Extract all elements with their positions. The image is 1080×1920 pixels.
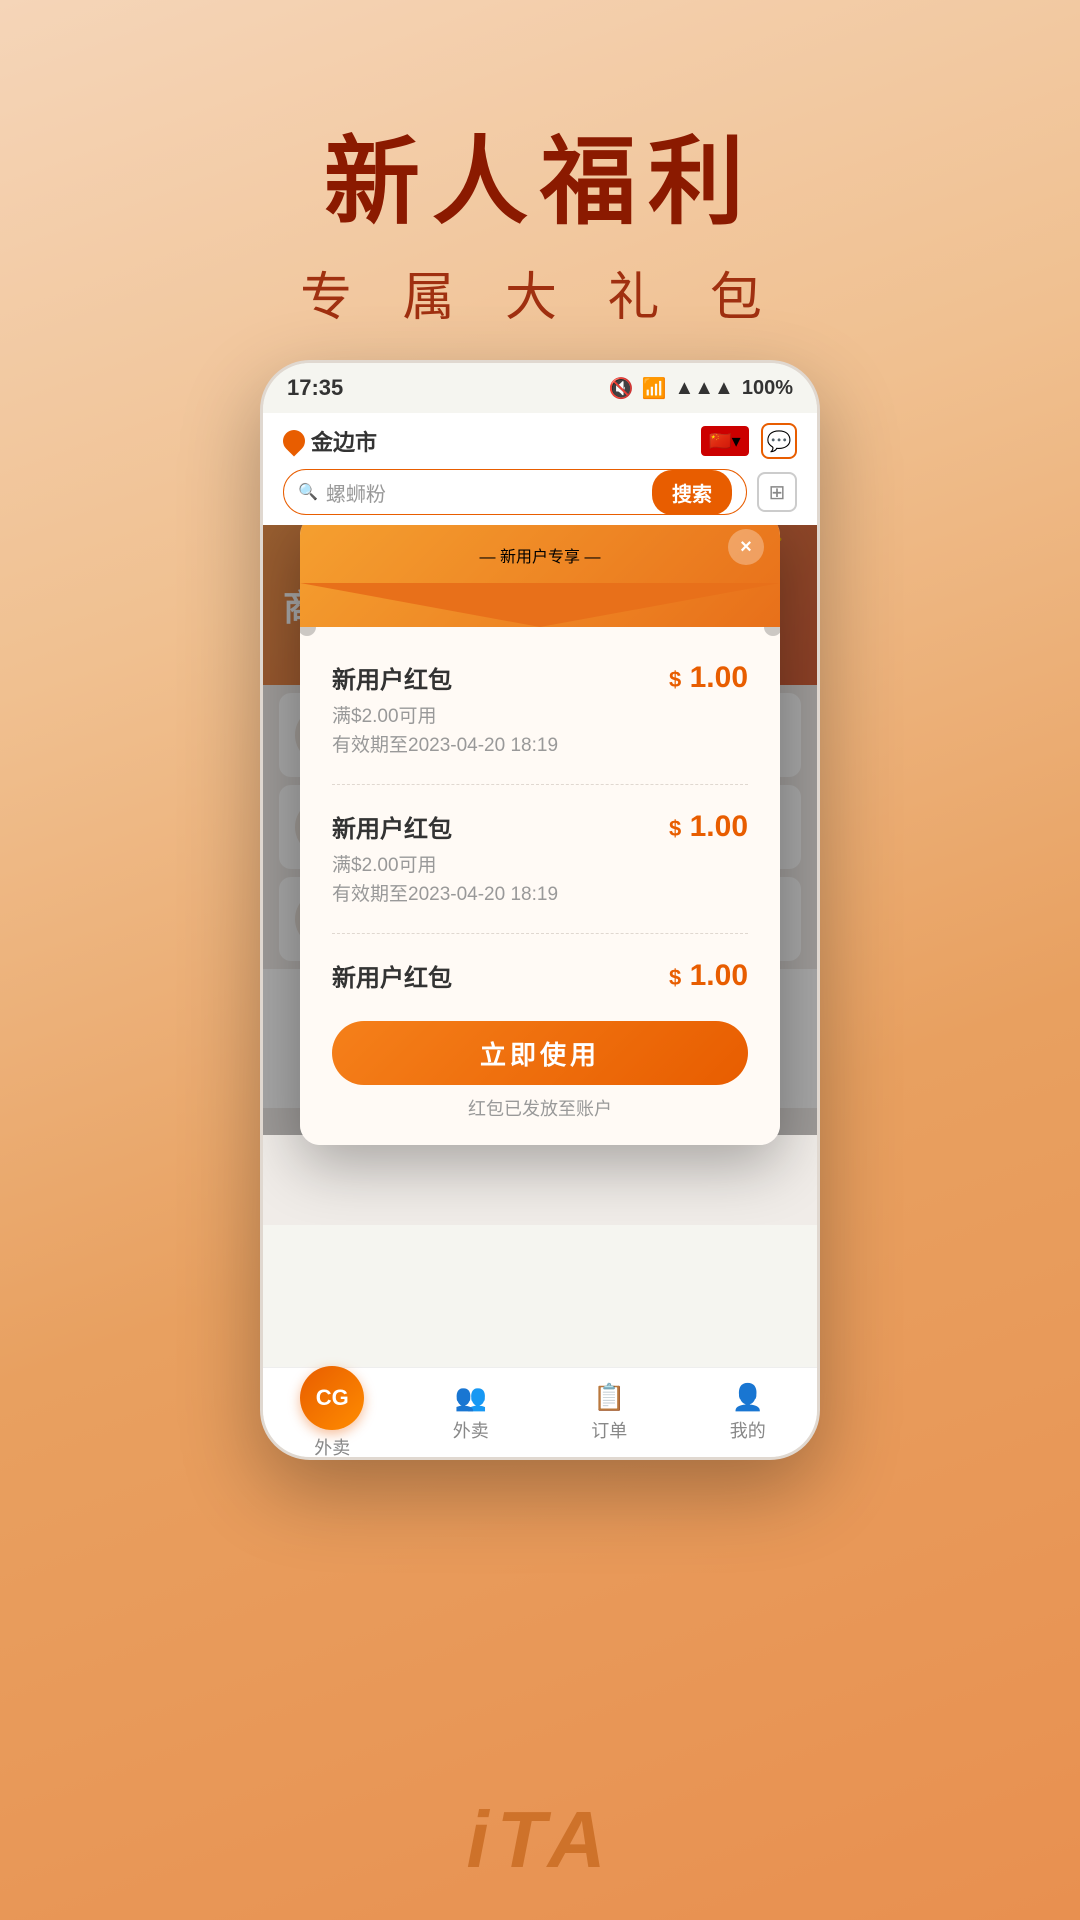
hero-section: 新人福利 专 属 大 礼 包 xyxy=(0,0,1080,400)
order-icon: 📋 xyxy=(593,1382,625,1413)
search-row: 🔍 螺蛳粉 搜索 ⊞ xyxy=(283,469,797,515)
coupon-item-3-row: 新用户红包 $ 1.00 xyxy=(332,958,748,993)
nav-group-label: 外卖 xyxy=(453,1417,489,1443)
coupon-2-expiry: 有效期至2023-04-20 18:19 xyxy=(332,881,748,910)
search-placeholder: 螺蛳粉 xyxy=(326,478,386,507)
coupon-1-condition: 满$2.00可用 xyxy=(332,703,748,732)
coupon-3-name: 新用户红包 xyxy=(332,958,452,993)
coupon-item-1-row: 新用户红包 $ 1.00 xyxy=(332,660,748,695)
coupon-item-3: 新用户红包 $ 1.00 xyxy=(332,934,748,1001)
sub-title: 专 属 大 礼 包 xyxy=(300,255,780,330)
coupon-item-2-row: 新用户红包 $ 1.00 xyxy=(332,809,748,844)
coupon-item-2: 新用户红包 $ 1.00 满$2.00可用 有效期至2023-04-20 18:… xyxy=(332,785,748,934)
right-notch xyxy=(764,627,780,636)
location-area[interactable]: 金边市 xyxy=(283,425,377,457)
coupon-2-name: 新用户红包 xyxy=(332,809,452,844)
modal-overlay: × — 新用户专享 — xyxy=(263,525,817,1135)
coupon-1-currency: $ xyxy=(669,667,681,692)
flag-button[interactable]: 🇨🇳▾ xyxy=(701,426,749,456)
coupon-2-value: $ 1.00 xyxy=(669,810,748,844)
coupon-1-amount: 1.00 xyxy=(690,661,748,694)
coupon-notch-row xyxy=(300,627,780,636)
header-actions: 🇨🇳▾ 💬 xyxy=(701,423,797,459)
mute-icon: 🔇 xyxy=(609,376,634,401)
status-icons: 🔇 📶 ▲▲▲ 100% xyxy=(609,376,793,401)
coupon-3-currency: $ xyxy=(669,965,681,990)
left-notch xyxy=(300,627,316,636)
coupon-1-expiry: 有效期至2023-04-20 18:19 xyxy=(332,732,748,761)
coupon-body: 新用户红包 $ 1.00 满$2.00可用 有效期至2023-04-20 18:… xyxy=(300,636,780,1021)
coupon-2-condition: 满$2.00可用 xyxy=(332,852,748,881)
city-name: 金边市 xyxy=(311,425,377,457)
coupon-header: — 新用户专享 — xyxy=(300,525,780,627)
main-title: 新人福利 xyxy=(324,130,756,236)
page-bottom: iTA xyxy=(0,1760,1080,1920)
cta-area: 立即使用 红包已发放至账户 xyxy=(300,1021,780,1145)
envelope-flap-svg xyxy=(300,583,780,627)
status-bar: 17:35 🔇 📶 ▲▲▲ 100% xyxy=(263,363,817,413)
location-row: 金边市 🇨🇳▾ 💬 xyxy=(283,423,797,459)
nav-group[interactable]: 👥 外卖 xyxy=(402,1382,541,1443)
coupon-1-value: $ 1.00 xyxy=(669,661,748,695)
coupon-item-1: 新用户红包 $ 1.00 满$2.00可用 有效期至2023-04-20 18:… xyxy=(332,636,748,785)
ita-text: iTA xyxy=(467,1794,614,1886)
nav-profile-label: 我的 xyxy=(730,1417,766,1443)
search-button[interactable]: 搜索 xyxy=(652,470,732,515)
scan-icon[interactable]: ⊞ xyxy=(757,472,797,512)
coupon-title: — 新用户专享 — xyxy=(480,543,601,567)
nav-home[interactable]: CG 外卖 xyxy=(263,1366,402,1460)
wifi-icon: 📶 xyxy=(642,376,667,401)
chat-icon[interactable]: 💬 xyxy=(761,423,797,459)
location-pin-icon xyxy=(278,425,309,456)
status-time: 17:35 xyxy=(287,375,343,401)
modal-close-button[interactable]: × xyxy=(728,529,764,565)
coupon-2-amount: 1.00 xyxy=(690,810,748,843)
home-nav-icon: CG xyxy=(300,1366,364,1430)
coupon-3-amount: 1.00 xyxy=(690,959,748,992)
cta-note: 红包已发放至账户 xyxy=(332,1095,748,1129)
nav-order[interactable]: 📋 订单 xyxy=(540,1382,679,1443)
nav-profile[interactable]: 👤 我的 xyxy=(679,1382,818,1443)
coupon-modal: × — 新用户专享 — xyxy=(300,525,780,1145)
search-box[interactable]: 🔍 螺蛳粉 搜索 xyxy=(283,469,747,515)
nav-order-label: 订单 xyxy=(591,1417,627,1443)
bottom-nav: CG 外卖 👥 外卖 📋 订单 👤 我的 xyxy=(263,1367,817,1457)
coupon-1-desc: 满$2.00可用 有效期至2023-04-20 18:19 xyxy=(332,703,748,760)
nav-home-label: 外卖 xyxy=(314,1434,350,1460)
coupon-3-value: $ 1.00 xyxy=(669,959,748,993)
use-now-button[interactable]: 立即使用 xyxy=(332,1021,748,1085)
group-icon: 👥 xyxy=(455,1382,487,1413)
app-content: 商超百货 🥫🧃 📺 电子 🧴 生活 🍵 生活 ✈️ 特价机票 ⚡ 同城闪送 xyxy=(263,525,817,1225)
coupon-2-desc: 满$2.00可用 有效期至2023-04-20 18:19 xyxy=(332,852,748,909)
coupon-2-currency: $ xyxy=(669,816,681,841)
search-icon: 🔍 xyxy=(298,482,318,502)
coupon-1-name: 新用户红包 xyxy=(332,660,452,695)
profile-icon: 👤 xyxy=(732,1382,764,1413)
coupon-title-row: — 新用户专享 — xyxy=(332,543,748,567)
signal-icon: ▲▲▲ xyxy=(674,377,733,400)
app-header: 金边市 🇨🇳▾ 💬 🔍 螺蛳粉 搜索 ⊞ xyxy=(263,413,817,525)
battery-level: 100% xyxy=(742,377,793,400)
phone-mockup: 17:35 🔇 📶 ▲▲▲ 100% 金边市 🇨🇳▾ 💬 🔍 螺蛳粉 xyxy=(260,360,820,1460)
